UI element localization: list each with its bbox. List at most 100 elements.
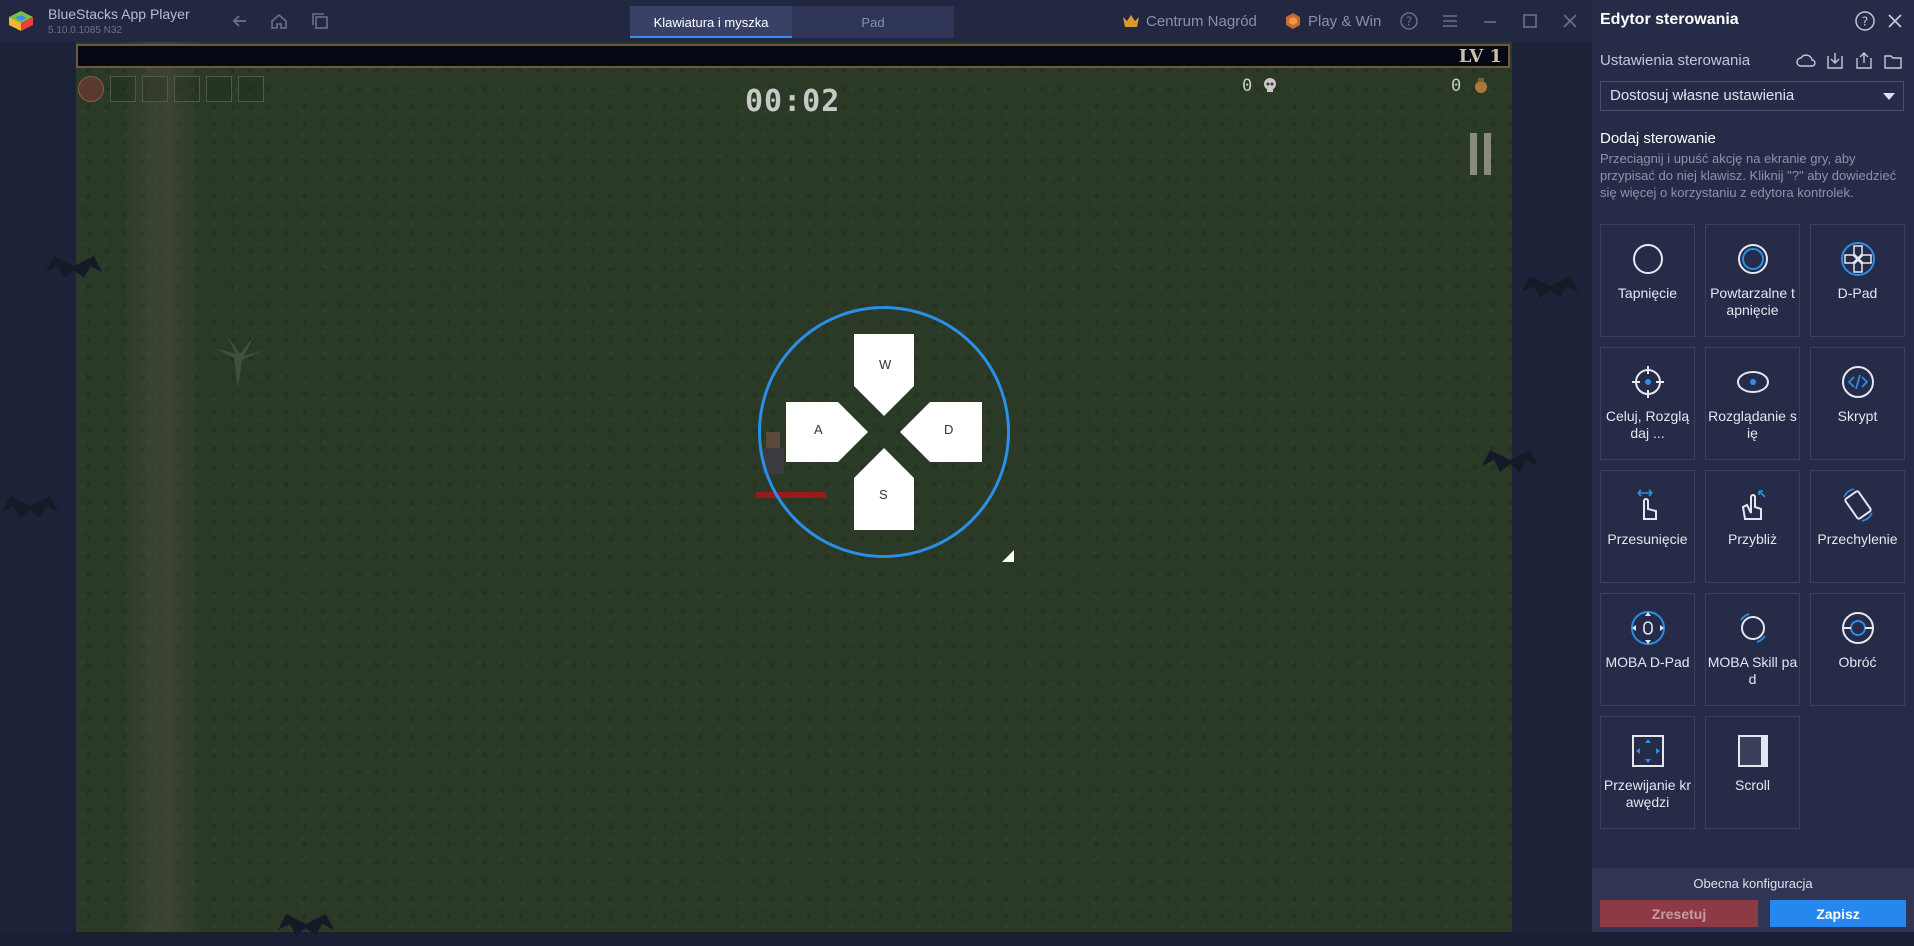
tilt-icon [1842, 488, 1873, 522]
play-win-button[interactable]: Play & Win [1284, 0, 1381, 42]
dpad-key-down[interactable]: S [879, 487, 888, 502]
zoom-icon [1741, 490, 1766, 520]
coin-count: 0 [1451, 76, 1462, 96]
svg-text:?: ? [1406, 15, 1412, 29]
chevron-down-icon [1883, 93, 1895, 100]
tile-label: Przewijanie krawędzi [1603, 777, 1692, 810]
export-icon[interactable] [1853, 50, 1875, 72]
weapon-slot [206, 76, 232, 102]
tile-label: Celuj, Rozglądaj ... [1605, 408, 1690, 441]
swipe-icon [1636, 489, 1657, 520]
play-win-icon [1286, 13, 1300, 29]
plant-icon [214, 334, 264, 388]
tab-keyboard-mouse[interactable]: Klawiatura i myszka [630, 6, 792, 38]
look-around-icon [1736, 371, 1769, 393]
maximize-icon[interactable] [1520, 11, 1540, 31]
aim-icon [1631, 366, 1664, 398]
tile-label: Skrypt [1837, 408, 1878, 424]
tile-tap[interactable]: Tapnięcie [1600, 224, 1695, 337]
dpad-icon [1840, 242, 1875, 276]
help-icon[interactable]: ? [1854, 10, 1876, 32]
save-button[interactable]: Zapisz [1770, 900, 1906, 927]
tap-icon [1632, 244, 1663, 274]
weapon-slot [238, 76, 264, 102]
dpad-key-right[interactable]: D [944, 422, 953, 437]
tile-look-around[interactable]: Rozglądanie się [1705, 347, 1800, 460]
tile-dpad[interactable]: D-Pad [1810, 224, 1905, 337]
weapon-slot [78, 76, 104, 102]
game-right-border [1512, 42, 1592, 932]
panel-footer: Obecna konfiguracja Zresetuj Zapisz [1592, 868, 1914, 932]
tile-moba-skill[interactable]: MOBA Skill pad [1705, 593, 1800, 706]
tile-label: Scroll [1734, 777, 1770, 793]
edge-scroll-icon [1631, 735, 1664, 767]
tile-label: Przechylenie [1817, 531, 1898, 547]
rotate-icon [1841, 612, 1874, 644]
folder-icon[interactable] [1882, 50, 1904, 72]
close-icon[interactable] [1560, 11, 1580, 31]
current-config-label: Obecna konfiguracja [1693, 876, 1813, 891]
minimize-icon[interactable] [1480, 11, 1500, 31]
menu-icon[interactable] [1440, 11, 1460, 31]
weapon-slot [142, 76, 168, 102]
bluestacks-window: BlueStacks App Player 5.10.0.1085 N32 Kl… [0, 0, 1914, 936]
tile-scroll[interactable]: Scroll [1705, 716, 1800, 829]
weapon-slot [110, 76, 136, 102]
multi-instance-icon[interactable] [310, 11, 330, 31]
bat-enemy-icon [1522, 276, 1578, 298]
tile-rotate[interactable]: Obróć [1810, 593, 1905, 706]
reset-button[interactable]: Zresetuj [1600, 900, 1758, 927]
skull-icon [1264, 78, 1276, 92]
pause-icon[interactable] [1468, 133, 1494, 175]
weapon-slots [78, 76, 264, 102]
resize-handle-icon[interactable] [1002, 550, 1014, 562]
help-icon[interactable]: ? [1399, 11, 1419, 31]
crown-icon [1123, 15, 1139, 27]
tile-repeat-tap[interactable]: Powtarzalne tapnięcie [1705, 224, 1800, 337]
back-arrow-icon[interactable] [230, 11, 250, 31]
cloud-sync-icon[interactable] [1795, 50, 1817, 72]
panel-title: Edytor sterowania [1600, 11, 1739, 28]
moba-skill-icon [1739, 613, 1766, 643]
tile-script[interactable]: Skrypt [1810, 347, 1905, 460]
xp-bar: LV 1 [76, 44, 1510, 68]
tile-zoom[interactable]: Przybliż [1705, 470, 1800, 583]
home-icon[interactable] [269, 11, 289, 31]
scroll-icon [1737, 735, 1768, 767]
controls-editor-panel: Edytor sterowania ? Ustawienia sterowani… [1592, 0, 1914, 932]
title-bar: BlueStacks App Player 5.10.0.1085 N32 Kl… [0, 0, 1592, 42]
moba-dpad-icon [1630, 611, 1665, 645]
svg-text:?: ? [1862, 15, 1868, 29]
close-icon[interactable] [1884, 10, 1906, 32]
tile-label: MOBA D-Pad [1605, 654, 1690, 670]
tile-swipe[interactable]: Przesunięcie [1600, 470, 1695, 583]
control-scheme-selected: Dostosuj własne ustawienia [1610, 87, 1795, 104]
game-timer: 00:02 [745, 84, 841, 119]
app-version: 5.10.0.1085 N32 [48, 25, 122, 36]
tab-gamepad[interactable]: Pad [792, 6, 954, 38]
tile-tilt[interactable]: Przechylenie [1810, 470, 1905, 583]
control-settings-label: Ustawienia sterowania [1600, 52, 1751, 69]
dpad-key-up[interactable]: W [879, 357, 891, 372]
tile-label: Przesunięcie [1607, 531, 1688, 547]
import-icon[interactable] [1824, 50, 1846, 72]
bat-enemy-icon [278, 914, 334, 936]
add-controls-title: Dodaj sterowanie [1600, 130, 1716, 147]
tile-edge-scroll[interactable]: Przewijanie krawędzi [1600, 716, 1695, 829]
weapon-slot [174, 76, 200, 102]
bat-enemy-icon [46, 256, 102, 278]
control-tiles-grid: Tapnięcie Powtarzalne tapnięcie D-Pad Ce… [1600, 224, 1906, 829]
dpad-key-left[interactable]: A [814, 422, 823, 437]
bat-enemy-icon [1482, 450, 1538, 472]
script-icon [1841, 366, 1874, 398]
tile-moba-dpad[interactable]: MOBA D-Pad [1600, 593, 1695, 706]
rewards-center-button[interactable]: Centrum Nagród [1122, 0, 1257, 42]
game-left-border [0, 42, 76, 932]
tile-aim[interactable]: Celuj, Rozglądaj ... [1600, 347, 1695, 460]
dirt-path [122, 42, 202, 932]
tile-label: Powtarzalne tapnięcie [1710, 285, 1795, 318]
control-scheme-select[interactable]: Dostosuj własne ustawienia [1600, 81, 1904, 111]
rewards-center-label: Centrum Nagród [1146, 12, 1257, 30]
bluestacks-logo-icon [9, 11, 33, 31]
tile-label: D-Pad [1837, 285, 1878, 301]
